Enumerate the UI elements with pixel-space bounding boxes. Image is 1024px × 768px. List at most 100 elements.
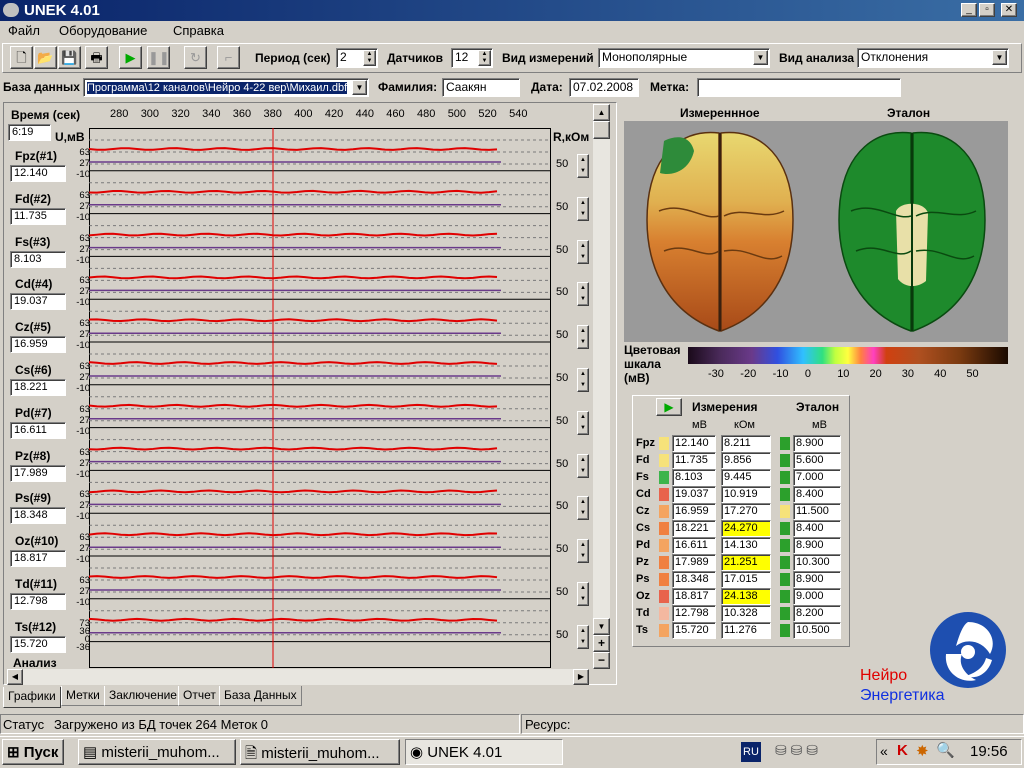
channel-value-field[interactable]: 18.817 (10, 550, 66, 568)
period-spin-icon[interactable]: ▲ ▼ (363, 50, 376, 66)
chevron-down-icon[interactable]: ▼ (753, 50, 768, 65)
save-icon[interactable]: 💾 (58, 46, 81, 69)
resistance-spin-icon[interactable]: ▲ ▼ (577, 325, 589, 350)
open-icon[interactable]: 📂 (34, 46, 57, 69)
tray-app-icon[interactable]: ✸ (916, 742, 929, 760)
channel-value-field[interactable]: 12.798 (10, 593, 66, 610)
resistance-spin-icon[interactable]: ▲ ▼ (577, 453, 589, 478)
mark-field[interactable] (697, 78, 901, 97)
date-field[interactable]: 07.02.2008 (569, 78, 639, 97)
play-icon[interactable]: ▶ (656, 398, 682, 416)
stop-icon[interactable]: ⌐ (217, 46, 240, 69)
measure-type-select[interactable]: Монополярные ▼ (598, 48, 770, 68)
reference-mv-cell: 8.900 (793, 435, 841, 452)
vertical-scrollbar[interactable]: ▲ ▼ + − (593, 104, 610, 669)
tab-report[interactable]: Отчет (178, 686, 221, 706)
channel-name: Td(#11) (15, 577, 58, 591)
channel-value-field[interactable]: 12.140 (10, 165, 66, 182)
new-icon[interactable]: 🗋 (10, 46, 33, 69)
channel-value-field[interactable]: 15.720 (10, 635, 66, 653)
db-select[interactable]: Программа\12 каналов\Нейро 4-22 вер\Миха… (83, 78, 369, 97)
resistance-row: 50 ▲ ▼ (552, 274, 592, 316)
chevron-down-icon[interactable]: ▼ (352, 80, 367, 95)
reference-brain-image (838, 131, 986, 333)
scroll-left-icon[interactable]: ◀ (7, 669, 23, 685)
channel-value-field[interactable]: 16.959 (10, 336, 66, 354)
tab-marks[interactable]: Метки (61, 686, 105, 706)
channel-value-field[interactable]: 18.221 (10, 379, 66, 396)
language-indicator[interactable]: RU (741, 742, 761, 762)
channel-value-field[interactable]: 19.037 (10, 293, 66, 311)
minimize-button[interactable]: _ (961, 3, 977, 17)
scale-label: 63 (79, 532, 90, 544)
analysis-type-select[interactable]: Отклонения ▼ (857, 48, 1009, 68)
electrode-name: Ts (636, 624, 649, 636)
sensors-spin-icon[interactable]: ▲ ▼ (478, 50, 491, 66)
menu-equipment[interactable]: Оборудование (59, 23, 147, 38)
resistance-spin-icon[interactable]: ▲ ▼ (577, 154, 589, 178)
scroll-thumb[interactable] (593, 121, 610, 139)
scroll-right-icon[interactable]: ▶ (573, 669, 589, 685)
search-icon[interactable]: 🔍 (936, 741, 955, 759)
resistance-spin-icon[interactable]: ▲ ▼ (577, 496, 589, 521)
channel-value-field[interactable]: 8.103 (10, 250, 66, 268)
zoom-in-icon[interactable]: + (593, 635, 610, 652)
tab-conclusion[interactable]: Заключение (104, 686, 182, 706)
chevron-down-icon[interactable]: ▼ (992, 50, 1007, 65)
resistance-spin-icon[interactable]: ▲ ▼ (577, 196, 589, 221)
measured-brain-image (646, 131, 794, 333)
scale-label: -10 (76, 297, 90, 309)
zoom-out-icon[interactable]: − (593, 652, 610, 669)
taskbar-item-2[interactable]: 🗎 misterii_muhom... (240, 739, 400, 765)
measured-mv-cell: 12.798 (672, 605, 716, 622)
logo-icon (930, 612, 1006, 688)
resistance-spin-icon[interactable]: ▲ ▼ (577, 410, 589, 435)
resistance-spin-icon[interactable]: ▲ ▼ (577, 582, 589, 606)
sensors-stepper[interactable]: 12 ▲ ▼ (451, 48, 493, 68)
tab-graphs[interactable]: Графики (3, 687, 61, 708)
channel-value-field[interactable]: 17.989 (10, 464, 66, 482)
channel-name: Cs(#6) (15, 363, 52, 377)
scroll-up-icon[interactable]: ▲ (593, 104, 610, 121)
resistance-kom-cell: 8.211 (721, 435, 771, 452)
time-tick: 420 (324, 108, 344, 120)
resistance-spin-icon[interactable]: ▲ ▼ (577, 539, 589, 564)
play-icon[interactable]: ▶ (119, 46, 142, 69)
resistance-spin-icon[interactable]: ▲ ▼ (577, 624, 589, 649)
channel-value-field[interactable]: 16.611 (10, 421, 66, 439)
channel-value-field[interactable]: 18.348 (10, 507, 66, 525)
maximize-button[interactable]: ▫ (979, 3, 995, 17)
menu-help[interactable]: Справка (173, 23, 224, 38)
resistance-value: 50 (556, 543, 569, 556)
resistance-value: 50 (556, 586, 569, 598)
scroll-down-icon[interactable]: ▼ (593, 618, 610, 635)
taskbar-item-3[interactable]: ◉ UNEK 4.01 (405, 739, 563, 765)
period-stepper[interactable]: 2 ▲ ▼ (336, 48, 378, 68)
time-tick: 380 (263, 108, 282, 120)
reference-mv-cell: 7.000 (793, 469, 841, 486)
measured-mv-cell: 18.817 (672, 588, 716, 605)
scale-label: 63 (79, 446, 90, 458)
resistance-spin-icon[interactable]: ▲ ▼ (577, 282, 589, 307)
scale-label: -10 (76, 340, 90, 352)
refresh-icon[interactable]: ↻ (184, 46, 207, 69)
tray-expand-icon[interactable]: « (880, 743, 888, 759)
pause-icon[interactable]: ❚❚ (147, 46, 170, 69)
close-button[interactable]: ✕ (1001, 3, 1017, 17)
time-tick: 400 (294, 108, 313, 120)
channel-value-field[interactable]: 11.735 (10, 207, 66, 225)
tray-icons: ⛁ ⛁ ⛁ (775, 742, 818, 758)
resistance-spin-icon[interactable]: ▲ ▼ (577, 368, 589, 392)
taskbar-item-1[interactable]: ▤ misterii_muhom... (78, 739, 236, 765)
time-field[interactable]: 6:19 (8, 124, 51, 141)
menu-file[interactable]: Файл (8, 23, 40, 38)
print-icon[interactable]: 🖶 (85, 46, 108, 69)
reference-mv-cell: 10.300 (793, 554, 841, 571)
antivirus-icon[interactable]: K (897, 742, 908, 759)
start-button[interactable]: ⊞ Пуск (2, 739, 64, 765)
tab-database[interactable]: База Данных (219, 686, 302, 706)
surname-field[interactable]: Саакян (442, 78, 520, 97)
horizontal-scrollbar[interactable]: ◀ ▶ (7, 669, 589, 685)
resource-bar (521, 714, 1024, 734)
resistance-spin-icon[interactable]: ▲ ▼ (577, 239, 589, 264)
